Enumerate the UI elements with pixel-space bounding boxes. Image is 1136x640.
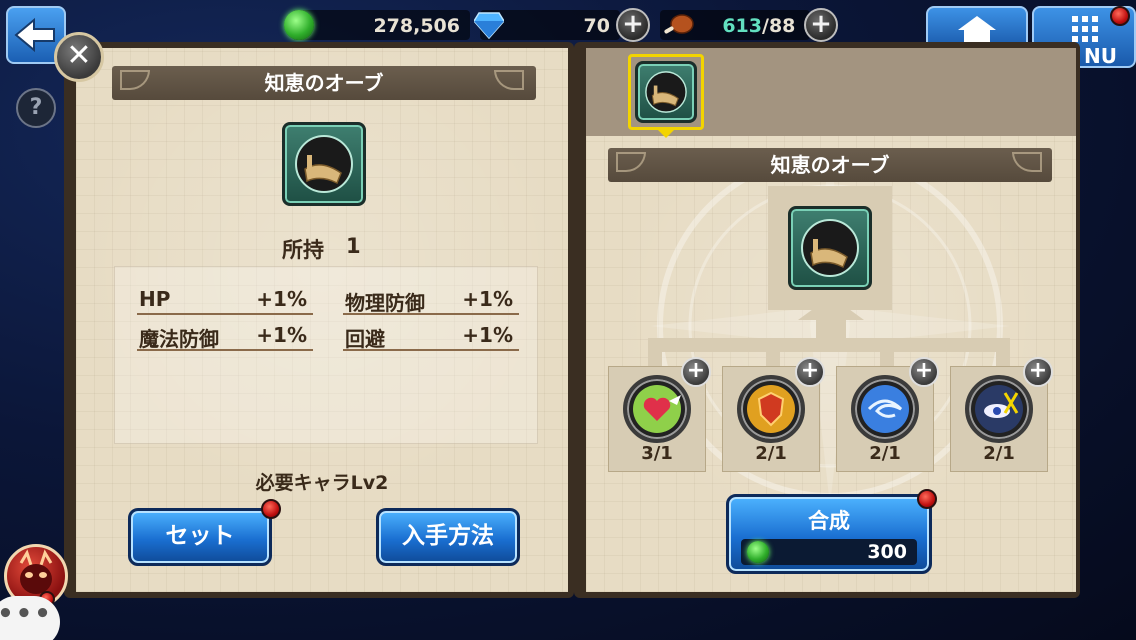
stat-box: HP +1% 物理防御 +1% 魔法防御 +1% 回避 +1% [114, 266, 538, 444]
close-icon: ✕ [66, 38, 92, 73]
chat-button[interactable]: ••• [0, 596, 60, 640]
material-count: 2/1 [869, 443, 901, 464]
set-button[interactable]: セット [128, 499, 281, 566]
stat-name: 回避 [345, 327, 385, 351]
material-slot[interactable]: 2/1 + [836, 357, 939, 472]
stat-row: 魔法防御 +1% [137, 323, 313, 351]
help-button[interactable]: ? [16, 88, 56, 128]
set-notification-dot [261, 499, 281, 519]
item-title: 知恵のオーブ [112, 66, 536, 100]
chat-bubble-icon: ••• [0, 599, 53, 629]
material-count: 3/1 [641, 443, 673, 464]
blue-diamond-icon [474, 12, 504, 39]
currency-bar: 278,506 70 + 613 /88 + [70, 6, 930, 46]
menu-label: NU [1084, 44, 1117, 68]
add-material-button[interactable]: + [1023, 357, 1053, 387]
set-button-label: セット [165, 523, 235, 549]
craft-result-slot [768, 186, 892, 310]
add-stamina-button[interactable]: + [804, 8, 838, 42]
owned-label: 所持 [282, 238, 324, 262]
gold-amount: 278,506 [373, 15, 460, 37]
stat-name: HP [139, 287, 171, 311]
combine-label: 合成 [808, 509, 850, 533]
add-gems-button[interactable]: + [616, 8, 650, 42]
material-count: 2/1 [755, 443, 787, 464]
required-level: 必要キャラLv2 [255, 472, 389, 494]
material-slot[interactable]: 2/1 + [722, 357, 825, 472]
selected-orb-icon [635, 61, 697, 123]
tree-connector [766, 338, 780, 368]
selected-item-slot[interactable] [628, 54, 704, 130]
help-icon: ? [29, 95, 43, 120]
material-slot[interactable]: 3/1 + [608, 357, 711, 472]
stat-name: 物理防御 [345, 291, 425, 315]
winged-heart-orb-icon [623, 375, 691, 443]
stat-value: +1% [462, 323, 513, 347]
stat-row: 物理防御 +1% [343, 287, 519, 315]
craft-title: 知恵のオーブ [608, 148, 1052, 182]
gem-amount: 70 [583, 15, 610, 37]
menu-notification-dot [1110, 6, 1130, 26]
add-material-button[interactable]: + [909, 357, 939, 387]
material-slot[interactable]: 2/1 + [950, 357, 1053, 472]
tree-connector [648, 338, 1010, 352]
shield-orb-icon [737, 375, 805, 443]
craft-result-orb-icon [788, 206, 872, 290]
tree-arrow [798, 296, 864, 340]
stat-value: +1% [256, 323, 307, 347]
obtain-method-label: 入手方法 [402, 523, 494, 549]
combine-cost-box: 300 [741, 539, 917, 565]
tree-connector [996, 338, 1010, 368]
add-material-button[interactable]: + [795, 357, 825, 387]
add-material-button[interactable]: + [681, 357, 711, 387]
combine-button[interactable]: 合成 300 [726, 489, 937, 574]
swirl-orb-icon [851, 375, 919, 443]
green-gem-icon [284, 10, 314, 40]
tree-connector [648, 338, 662, 368]
stat-row: HP +1% [137, 287, 313, 315]
menu-grid-icon [1072, 16, 1098, 42]
obtain-method-button[interactable]: 入手方法 [376, 508, 520, 566]
tree-connector [880, 338, 894, 368]
stat-name: 魔法防御 [139, 327, 219, 351]
selection-pointer [656, 128, 676, 138]
owned-count: 1 [346, 234, 361, 258]
eye-orb-icon [965, 375, 1033, 443]
material-count: 2/1 [983, 443, 1015, 464]
stamina-max: /88 [762, 15, 796, 37]
green-gem-icon [747, 541, 769, 563]
stat-value: +1% [462, 287, 513, 311]
meat-icon [664, 14, 694, 34]
combine-cost: 300 [867, 541, 907, 563]
stat-row: 回避 +1% [343, 323, 519, 351]
stat-value: +1% [256, 287, 307, 311]
combine-notification-dot [917, 489, 937, 509]
item-orb-icon [282, 122, 366, 206]
close-button[interactable]: ✕ [54, 32, 104, 82]
stamina-current: 613 [722, 15, 762, 37]
